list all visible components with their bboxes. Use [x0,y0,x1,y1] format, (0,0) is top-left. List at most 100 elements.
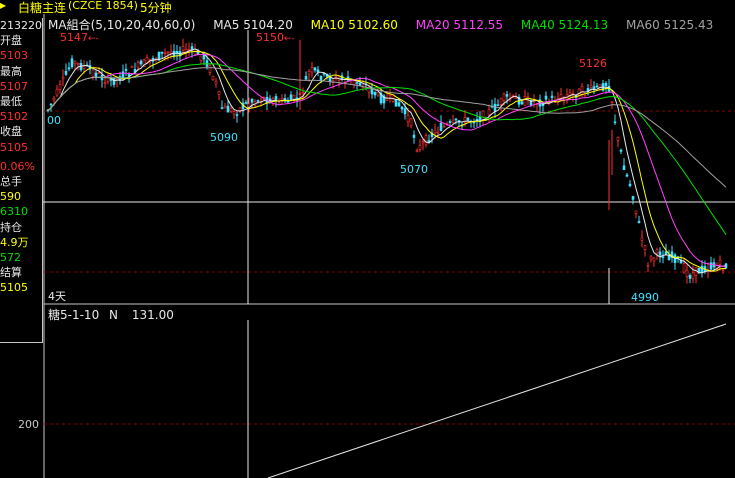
candle-body [64,70,68,75]
oi-value: 4.9万 [0,235,29,249]
candle-body [649,256,653,260]
sub-indicator-flag: N [109,308,119,322]
low-label-4990: 4990 [631,291,659,304]
candle-body [352,80,356,85]
candle-body [616,136,620,141]
candle-body [496,104,500,107]
candle-body [613,121,617,124]
candle-body [163,52,167,55]
candle-body [634,210,638,214]
low-value: 5102 [0,110,28,124]
day-count-label: 4天 [48,290,66,303]
candle-body [637,221,641,223]
high-label-5126: 5126 [579,57,607,70]
candle-body [250,98,254,103]
candle-body [421,141,425,144]
volume-label: 总手 [0,175,22,189]
candle-body [502,93,506,101]
candle-body [466,117,470,121]
candle-body [181,46,185,51]
candle-body [406,115,410,123]
candle-body [316,69,320,73]
candle-body [160,51,164,54]
candle-body [628,183,632,187]
candle-body [199,55,203,61]
candle-body [73,61,77,65]
candle-body [76,62,80,65]
sub-indicator-line [267,323,727,478]
candle-body [388,94,392,96]
candle-body [619,149,623,152]
quote-info-panel: 2132200 开盘 5103 最高 5107 最低 5102 收盘 5105 … [0,18,43,343]
candle-body [214,81,218,85]
candle-body [415,149,419,152]
candle-body [139,60,143,65]
candle-body [721,268,725,271]
candle-body [610,101,614,104]
low-label-5070: 5070 [400,163,428,176]
candle-body [67,67,71,70]
candle-body [49,103,53,106]
sub-indicator-header: 糖5-1-10 N 131.00 [48,306,174,323]
candle-body [232,111,236,115]
candle-body [544,95,548,100]
candle-body [520,101,524,105]
low-label: 最低 [0,95,22,109]
kline-chart[interactable] [0,0,735,478]
settle-label: 结算 [0,266,22,280]
candle-body [307,71,311,75]
candle-body [208,65,212,73]
candle-body [625,174,629,177]
candle-body [523,96,527,106]
candle-body [310,67,314,73]
sub-indicator-name[interactable]: 糖5-1-10 [48,308,99,322]
candle-body [220,107,224,109]
candle-body [664,251,668,255]
candle-body [169,51,173,54]
candle-body [700,265,704,273]
candle-body [550,95,554,98]
candle-body [631,196,635,200]
candle-body [499,98,503,105]
candle-body [580,86,584,95]
candle-body [190,46,194,51]
candle-body [487,109,491,116]
open-value: 5103 [0,49,28,63]
candle-body [235,114,239,116]
candle-body [82,66,86,69]
candle-body [685,269,689,277]
candle-body [652,257,656,262]
candle-body [223,105,227,109]
candle-body [451,119,455,123]
candle-body [130,65,134,68]
candle-body [211,75,215,80]
candle-body [319,75,323,81]
candle-body [376,91,380,96]
bar-time: 2132200 [0,19,42,32]
candle-body [58,84,62,91]
candle-body [397,102,401,107]
candle-body [424,135,428,146]
candle-body [313,67,317,71]
candle-body [442,125,446,128]
candle-body [682,263,686,273]
candle-body [274,96,278,100]
candle-body [70,58,74,68]
candle-body [718,259,722,265]
candle-body [289,94,293,100]
candle-body [439,122,443,131]
high-value: 5107 [0,79,28,93]
candle-body [52,97,56,101]
candle-body [433,129,437,134]
volume-value: 590 [0,190,21,204]
candle-body [691,272,695,279]
candle-body [403,108,407,115]
candle-body [373,91,377,96]
candle-body [655,249,659,254]
left-price-tick: 00 [47,114,61,127]
candle-body [166,51,170,54]
candle-body [301,91,305,94]
candle-body [661,256,665,259]
candle-body [148,58,152,61]
candle-body [61,76,65,79]
